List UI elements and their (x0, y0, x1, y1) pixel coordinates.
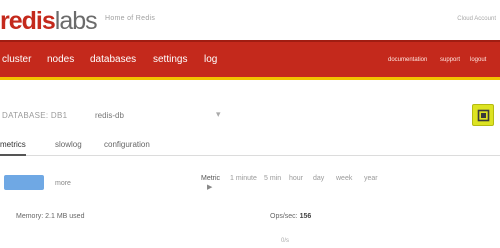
nav-item-nodes[interactable]: nodes (47, 54, 74, 65)
tagline: Home of Redis (105, 15, 156, 22)
time-option-week[interactable]: week (336, 175, 352, 182)
play-icon[interactable]: ▶ (207, 183, 212, 191)
tab-configuration[interactable]: configuration (104, 140, 150, 149)
database-selector[interactable]: redis-db (95, 111, 124, 120)
nav-link-support[interactable]: support (440, 57, 460, 63)
ops-stat-label: Ops/sec: (270, 213, 300, 220)
database-title: DATABASE: DB1 (2, 111, 68, 120)
primary-action-button[interactable] (4, 175, 44, 190)
time-option-day[interactable]: day (313, 175, 324, 182)
nav-item-cluster[interactable]: cluster (2, 54, 31, 65)
nav-link-documentation[interactable]: documentation (388, 57, 427, 63)
nav-item-log[interactable]: log (204, 54, 217, 65)
ops-rate-text: 0/s (281, 238, 290, 244)
nav-item-databases[interactable]: databases (90, 54, 136, 65)
chevron-down-icon[interactable]: ▾ (216, 109, 221, 120)
nav-link-logout[interactable]: logout (470, 57, 486, 63)
redislabs-logo[interactable]: redislabs (0, 7, 98, 35)
time-range-label: Metric (201, 175, 221, 182)
nav-item-settings[interactable]: settings (153, 54, 187, 65)
ops-stat: Ops/sec: 156 (270, 213, 311, 220)
tab-bar: metrics slowlog configuration (0, 134, 500, 156)
logo-text-labs: labs (54, 7, 98, 35)
logo-text-redis: redis (0, 7, 56, 35)
more-link[interactable]: more (55, 180, 71, 187)
time-option-5m[interactable]: 5 min (264, 175, 281, 182)
tab-slowlog[interactable]: slowlog (55, 140, 82, 149)
ops-stat-value: 156 (299, 213, 312, 220)
brand-bar: redislabs Home of Redis Cloud Account (0, 0, 500, 40)
time-option-1m[interactable]: 1 minute (230, 175, 257, 182)
account-link[interactable]: Cloud Account (457, 16, 496, 22)
time-option-year[interactable]: year (364, 175, 378, 182)
main-nav: cluster nodes databases settings log doc… (0, 40, 500, 80)
refresh-icon (477, 109, 490, 122)
refresh-button[interactable] (472, 104, 494, 126)
tab-metrics[interactable]: metrics (0, 140, 26, 156)
time-option-hour[interactable]: hour (289, 175, 303, 182)
memory-stat: Memory: 2.1 MB used (16, 213, 85, 220)
